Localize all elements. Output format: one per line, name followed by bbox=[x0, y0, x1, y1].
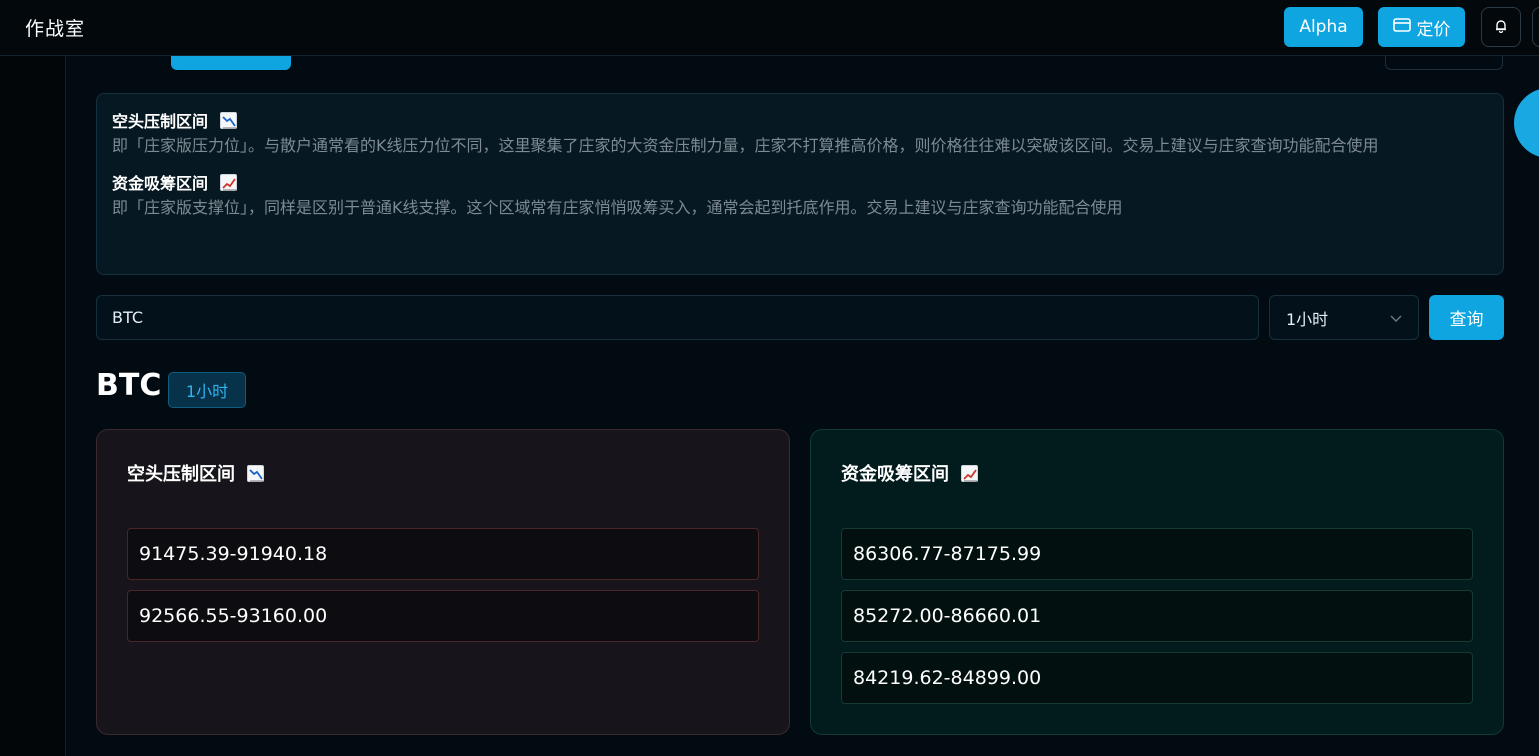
app-title: 作战室 bbox=[25, 18, 86, 40]
pricing-button[interactable]: 定价 bbox=[1378, 7, 1465, 47]
bullish-zone-card: 资金吸筹区间 86306.77-87175.99 85272.00-86660.… bbox=[810, 429, 1504, 735]
bearish-zone-card: 空头压制区间 91475.39-91940.18 92566.55-93160.… bbox=[96, 429, 790, 735]
bullish-range-item: 86306.77-87175.99 bbox=[841, 528, 1473, 580]
card-icon bbox=[1392, 17, 1411, 37]
bearish-zone-title: 空头压制区间 bbox=[127, 460, 759, 490]
interval-select[interactable]: 1小时 bbox=[1269, 295, 1419, 340]
result-symbol: BTC bbox=[96, 368, 162, 403]
bearish-info-description: 即「庄家版压力位」。与散户通常看的K线压力位不同，这里聚集了庄家的大资金压制力量… bbox=[112, 136, 1379, 155]
pricing-button-label: 定价 bbox=[1416, 19, 1451, 40]
interval-select-value: 1小时 bbox=[1286, 309, 1329, 329]
top-bar: 作战室 Alpha 定价 bbox=[0, 0, 1539, 56]
bullish-range-item: 85272.00-86660.01 bbox=[841, 590, 1473, 642]
bullish-range-item: 84219.62-84899.00 bbox=[841, 652, 1473, 704]
chevron-down-icon bbox=[1390, 308, 1402, 327]
chart-decreasing-icon bbox=[247, 465, 265, 482]
chart-increasing-icon bbox=[961, 465, 979, 482]
bearish-range-item: 92566.55-93160.00 bbox=[127, 590, 759, 642]
chart-increasing-icon bbox=[219, 174, 237, 191]
bullish-info-description: 即「庄家版支撑位」，同样是区别于普通K线支撑。这个区域常有庄家悄悄吸筹买入，通常… bbox=[112, 198, 1123, 217]
bell-icon bbox=[1494, 18, 1508, 37]
sidebar bbox=[0, 56, 66, 756]
user-menu-button[interactable] bbox=[1532, 7, 1539, 47]
info-panel: 空头压制区间 即「庄家版压力位」。与散户通常看的K线压力位不同，这里聚集了庄家的… bbox=[96, 93, 1504, 275]
query-button-label: 查询 bbox=[1449, 310, 1484, 330]
bearish-range-item: 91475.39-91940.18 bbox=[127, 528, 759, 580]
query-button[interactable]: 查询 bbox=[1429, 295, 1504, 340]
alpha-button-label: Alpha bbox=[1299, 17, 1348, 37]
bullish-zone-title: 资金吸筹区间 bbox=[841, 460, 1473, 490]
chart-decreasing-icon bbox=[219, 112, 237, 129]
bearish-info-title: 空头压制区间 bbox=[112, 110, 1488, 134]
notifications-button[interactable] bbox=[1481, 7, 1521, 47]
bullish-info-title: 资金吸筹区间 bbox=[112, 172, 1488, 196]
alpha-button[interactable]: Alpha bbox=[1284, 7, 1363, 47]
symbol-input[interactable] bbox=[96, 295, 1259, 340]
result-interval-tag: 1小时 bbox=[168, 372, 246, 408]
